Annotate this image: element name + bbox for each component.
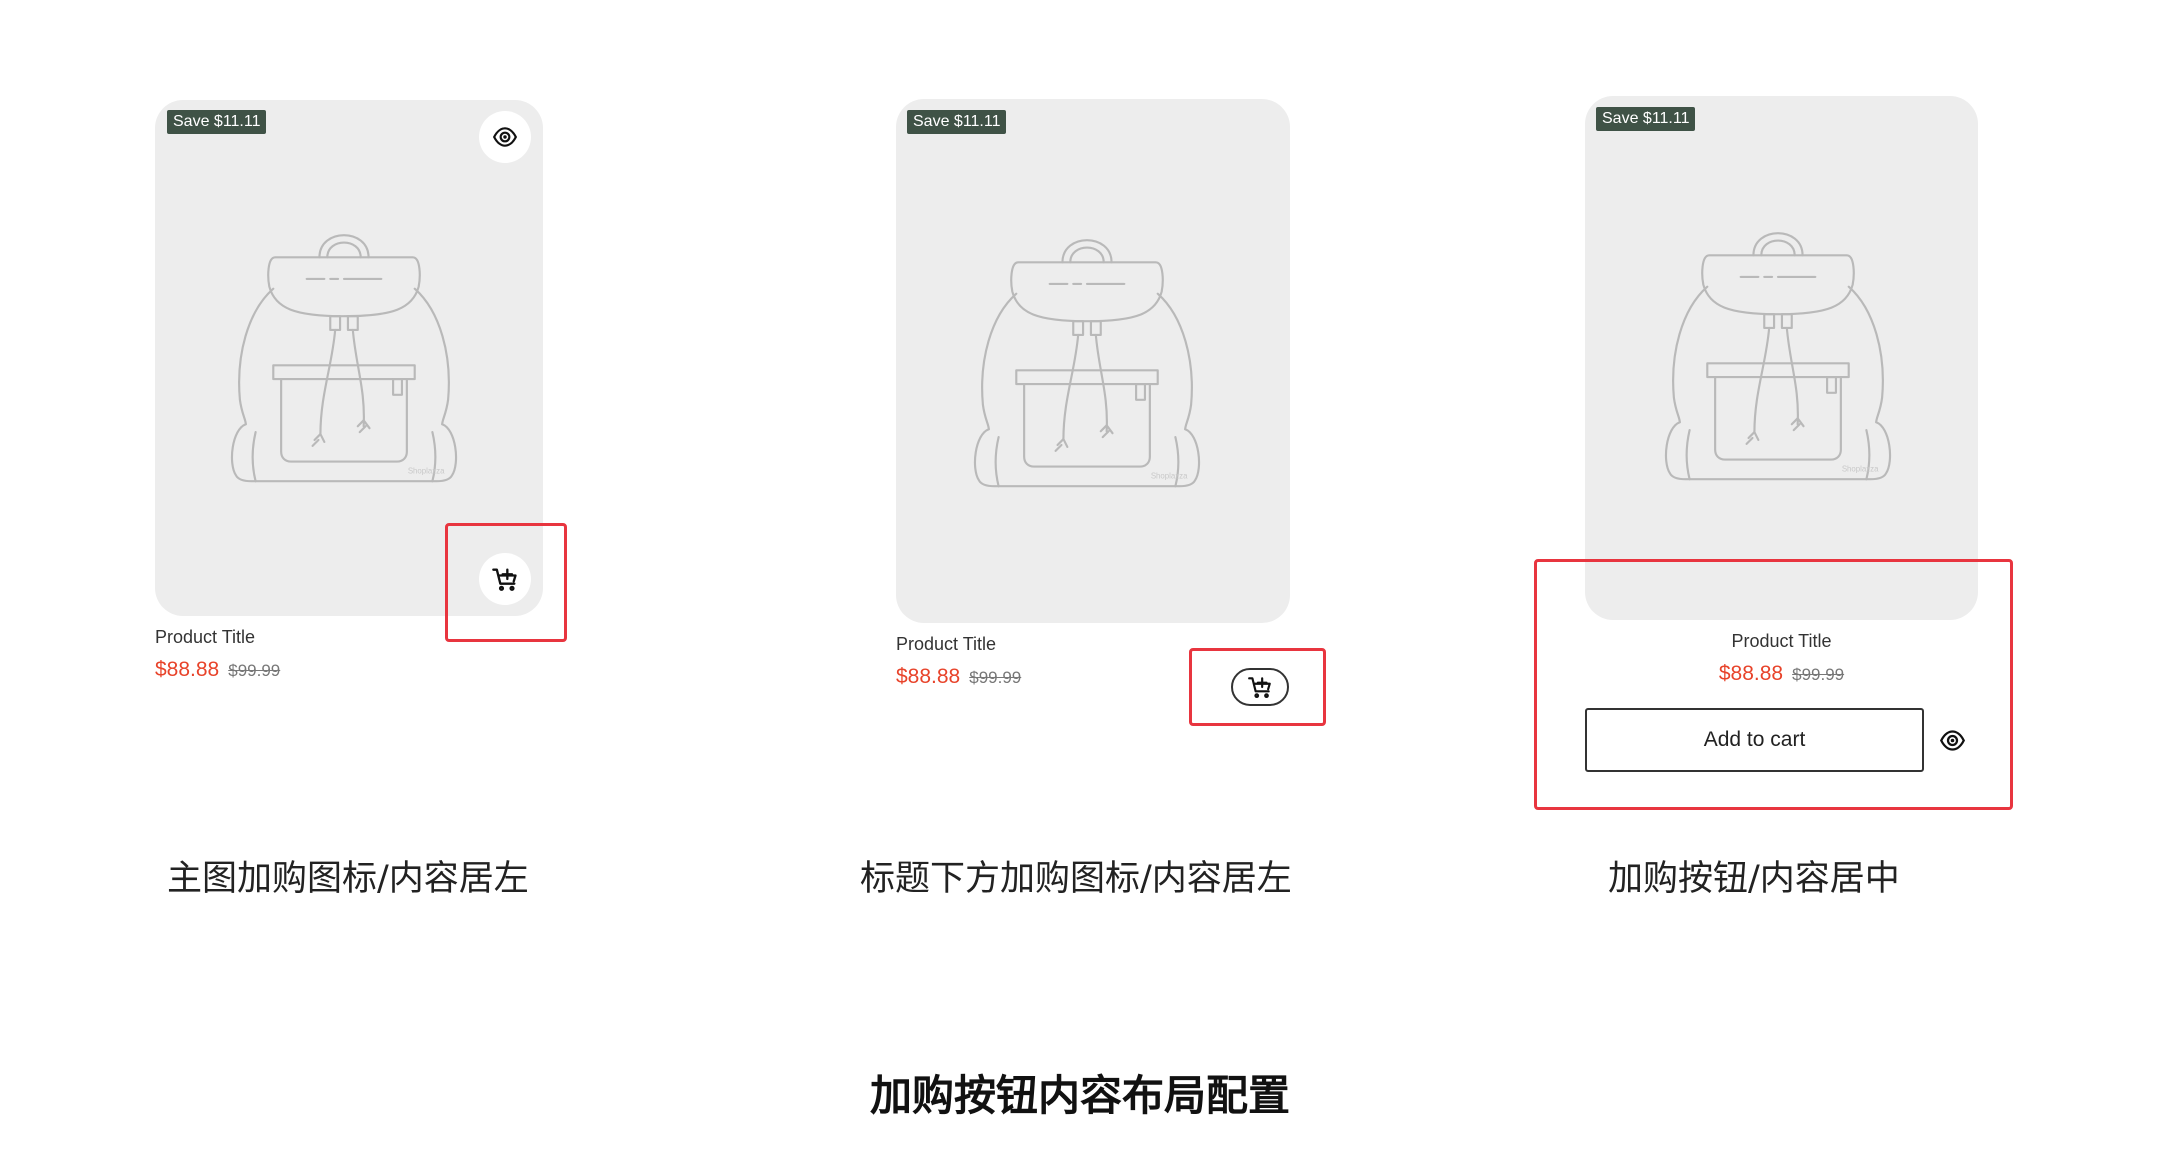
eye-icon — [492, 124, 518, 150]
option-caption: 加购按钮/内容居中 — [1608, 859, 1900, 899]
price-row: $88.88 $99.99 — [155, 658, 280, 682]
compare-price: $99.99 — [969, 668, 1022, 687]
backpack-image — [1653, 216, 1903, 491]
price-row: $88.88 $99.99 — [896, 665, 1021, 689]
option-caption: 主图加购图标/内容居左 — [167, 859, 529, 899]
save-badge: Save $11.11 — [167, 110, 267, 134]
highlight-box — [1534, 559, 2013, 810]
save-badge: Save $11.11 — [907, 110, 1007, 134]
quick-view-button[interactable] — [479, 111, 531, 163]
product-image[interactable] — [896, 99, 1290, 623]
product-title[interactable]: Product Title — [155, 627, 255, 648]
highlight-box — [1189, 648, 1326, 726]
sale-price: $88.88 — [896, 665, 961, 688]
product-image[interactable] — [1585, 96, 1978, 620]
backpack-image — [219, 218, 469, 493]
save-badge: Save $11.11 — [1596, 107, 1696, 131]
sale-price: $88.88 — [155, 658, 220, 681]
backpack-image — [962, 223, 1212, 498]
compare-price: $99.99 — [228, 661, 281, 680]
product-title[interactable]: Product Title — [896, 634, 996, 655]
option-caption: 标题下方加购图标/内容居左 — [860, 859, 1292, 899]
page-title: 加购按钮内容布局配置 — [869, 1071, 1290, 1120]
highlight-box — [445, 523, 567, 642]
